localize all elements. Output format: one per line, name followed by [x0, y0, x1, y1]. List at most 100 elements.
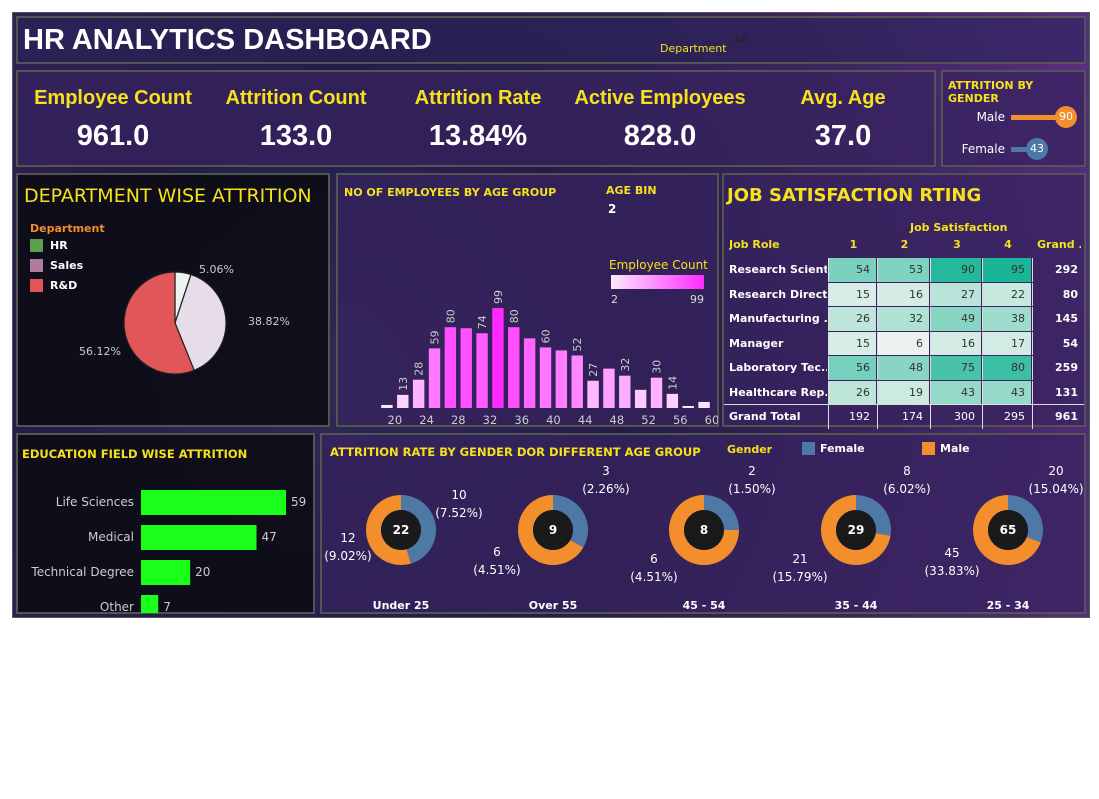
kpi-card: Active Employees 828.0: [570, 72, 750, 167]
table-cell: 95: [982, 258, 1031, 282]
education-bar[interactable]: [141, 525, 257, 550]
education-value: 59: [291, 495, 306, 509]
table-cell: 27: [930, 282, 981, 306]
job-role-cell: Research Scient..: [729, 263, 827, 276]
job-satisfaction-title: JOB SATISFACTION RTING: [727, 185, 982, 206]
histogram-bar[interactable]: [523, 338, 536, 408]
kpi-card: Avg. Age 37.0: [753, 72, 933, 167]
kpi-value: 828.0: [623, 120, 697, 152]
histogram-value-label: 80: [508, 309, 521, 323]
job-satisfaction-panel: JOB SATISFACTION RTING Job Satisfaction …: [722, 173, 1086, 430]
table-cell: 15: [828, 282, 876, 306]
donut-male-label: 12: [340, 531, 355, 545]
job-role-cell: Research Direct..: [729, 287, 827, 301]
gender-attrition-title: ATTRITION BY GENDER: [948, 79, 1034, 105]
donut-male-label: 45: [944, 546, 959, 560]
table-row[interactable]: Manager 15 6 16 17 54: [724, 331, 1086, 357]
donut-male-pct: (4.51%): [630, 570, 677, 584]
table-cell: 54: [828, 258, 876, 282]
table-cell: 26: [828, 380, 876, 404]
education-label: Life Sciences: [56, 495, 134, 509]
histogram-bar[interactable]: [698, 401, 710, 408]
education-value: 20: [195, 565, 210, 579]
histogram-bar[interactable]: [587, 380, 599, 408]
gender-bar-label: Male: [976, 110, 1005, 124]
histogram-x-tick: 24: [419, 413, 434, 427]
department-filter[interactable]: All: [734, 33, 748, 46]
histogram-bar[interactable]: [381, 404, 393, 408]
histogram-value-label: 74: [476, 315, 489, 329]
job-role-cell: Grand Total: [729, 410, 801, 423]
donut-age-group-label: Over 55: [529, 599, 578, 612]
kpi-value: 13.84%: [428, 120, 528, 152]
histogram-bar[interactable]: [460, 328, 472, 408]
table-row[interactable]: Research Direct.. 15 16 27 22 80: [724, 282, 1086, 308]
table-row[interactable]: Laboratory Tec.. 56 48 75 80 259: [724, 356, 1086, 381]
histogram-bar[interactable]: [571, 355, 583, 408]
grand-divider: [724, 404, 1084, 405]
department-attrition-panel: DEPARTMENT WISE ATTRITION Department HR S…: [16, 173, 330, 427]
donut-female-pct: (6.02%): [883, 482, 930, 496]
histogram-value-label: 13: [397, 377, 410, 391]
donut-female-pct: (1.50%): [728, 482, 775, 496]
education-bar[interactable]: [141, 490, 286, 515]
histogram-value-label: 32: [619, 358, 632, 372]
donut-male-pct: (4.51%): [473, 563, 520, 577]
education-value: 7: [163, 600, 171, 613]
table-row[interactable]: Research Scient.. 54 53 90 95 292: [724, 258, 1086, 283]
histogram-bar[interactable]: [428, 348, 441, 408]
histogram-bar[interactable]: [682, 405, 694, 408]
histogram-bar[interactable]: [555, 350, 568, 408]
histogram-bar[interactable]: [412, 379, 425, 408]
kpi-value: 961.0: [76, 120, 150, 152]
histogram-bar[interactable]: [539, 347, 552, 408]
donut-male-label: 21: [792, 552, 807, 566]
histogram-value-label: 99: [492, 290, 505, 304]
job-satisfaction-col-group: Job Satisfaction: [910, 221, 1008, 234]
pie-label: 56.12%: [79, 345, 121, 358]
histogram-bar[interactable]: [650, 377, 663, 408]
donut-male-pct: (33.83%): [924, 564, 979, 578]
table-header: 2: [900, 238, 909, 251]
table-row[interactable]: Grand Total 192 174 300 295 961: [724, 404, 1086, 430]
histogram-bar[interactable]: [619, 375, 631, 408]
donut-male-pct: (15.79%): [772, 570, 827, 584]
histogram-bar[interactable]: [603, 368, 615, 408]
table-header: 4: [1004, 238, 1012, 251]
donut-female-label: 20: [1048, 464, 1063, 478]
pie-label: 5.06%: [199, 263, 234, 276]
education-bar[interactable]: [141, 560, 191, 585]
education-label: Other: [100, 600, 134, 613]
histogram-bar[interactable]: [508, 327, 520, 408]
page-title: HR ANALYTICS DASHBOARD: [23, 24, 432, 56]
education-label: Technical Degree: [30, 565, 134, 579]
gender-bar-value: 43: [1026, 138, 1048, 160]
table-row[interactable]: Healthcare Rep.. 26 19 43 43 131: [724, 380, 1086, 406]
histogram-bar[interactable]: [634, 389, 647, 408]
donut-age-group-label: 35 - 44: [835, 599, 878, 612]
histogram-bar[interactable]: [666, 393, 679, 408]
donut-male-label: 6: [493, 545, 501, 559]
histogram-x-tick: 36: [514, 413, 529, 427]
donut-center-value: 65: [1000, 523, 1017, 537]
education-bar[interactable]: [141, 595, 159, 613]
donut-center-value: 29: [848, 523, 865, 537]
table-row[interactable]: Manufacturing .. 26 32 49 38 145: [724, 307, 1086, 332]
histogram-bar[interactable]: [397, 394, 409, 408]
kpi-panel: Employee Count 961.0 Attrition Count 133.0 A…: [16, 70, 936, 167]
job-role-cell: Manager: [729, 336, 784, 350]
histogram-bar[interactable]: [492, 308, 504, 408]
table-cell: 16: [930, 331, 981, 355]
table-header: Grand ..: [1037, 238, 1081, 251]
histogram-bar[interactable]: [444, 327, 457, 408]
histogram-bar[interactable]: [476, 333, 488, 408]
table-cell: 53: [877, 258, 929, 282]
job-role-cell: Laboratory Tec..: [729, 361, 827, 374]
donut-age-group-label: Under 25: [373, 599, 430, 612]
table-total-cell: 145: [1032, 307, 1084, 331]
department-filter-label: Department: [660, 42, 727, 55]
kpi-label: Attrition Count: [225, 87, 367, 109]
table-total-cell: 292: [1032, 258, 1084, 282]
kpi-card: Employee Count 961.0: [23, 72, 203, 167]
histogram-x-tick: 32: [483, 413, 498, 427]
